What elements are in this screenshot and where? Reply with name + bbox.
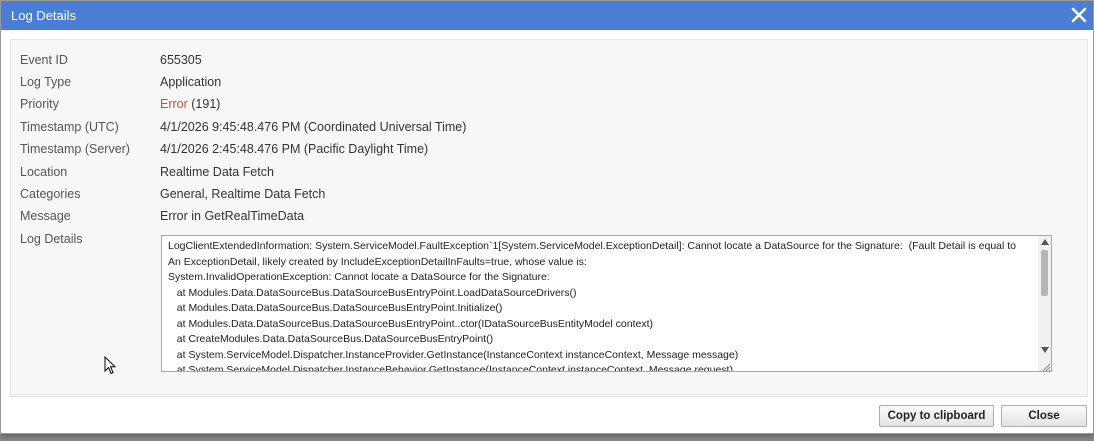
details-panel: Event ID 655305 Log Type Application Pri… xyxy=(10,39,1088,395)
field-value: General, Realtime Data Fetch xyxy=(160,187,326,201)
title-bar: Log Details xyxy=(1,1,1093,30)
priority-value: Error (191) xyxy=(160,97,220,111)
dialog-title: Log Details xyxy=(11,8,77,23)
copy-to-clipboard-button[interactable]: Copy to clipboard xyxy=(879,405,994,427)
field-label: Categories xyxy=(20,187,81,201)
field-label: Event ID xyxy=(20,53,68,67)
field-value: Error in GetRealTimeData xyxy=(160,209,305,223)
field-value: Application xyxy=(160,75,222,89)
field-label: Timestamp (Server) xyxy=(20,142,130,156)
priority-code-text: (191) xyxy=(187,97,221,111)
field-value: Realtime Data Fetch xyxy=(160,165,274,179)
priority-error-text: Error xyxy=(160,97,188,111)
scroll-down-arrow-icon[interactable] xyxy=(1041,347,1049,353)
field-value: 655305 xyxy=(160,53,202,67)
field-label: Priority xyxy=(20,97,59,111)
mouse-pointer-icon xyxy=(104,356,117,375)
field-label: Message xyxy=(20,209,71,223)
footer-divider xyxy=(10,396,1088,397)
field-label: Log Details xyxy=(20,232,83,246)
scrollbar-thumb[interactable] xyxy=(1041,250,1048,296)
field-label: Timestamp (UTC) xyxy=(20,120,119,134)
log-details-text[interactable]: LogClientExtendedInformation: System.Ser… xyxy=(168,239,1028,371)
scroll-up-arrow-icon[interactable] xyxy=(1041,239,1049,245)
log-details-textarea[interactable]: LogClientExtendedInformation: System.Ser… xyxy=(161,235,1052,372)
close-x-icon[interactable] xyxy=(1069,5,1089,25)
field-label: Log Type xyxy=(20,75,72,89)
close-button[interactable]: Close xyxy=(1001,405,1087,427)
log-details-dialog: Log Details Event ID 655305 Log Type App… xyxy=(0,0,1094,434)
resize-grip-icon[interactable] xyxy=(1039,359,1051,371)
field-label: Location xyxy=(20,165,68,179)
vertical-scrollbar[interactable] xyxy=(1038,236,1051,371)
field-value: 4/1/2026 9:45:48.476 PM (Coordinated Uni… xyxy=(160,120,467,134)
field-value: 4/1/2026 2:45:48.476 PM (Pacific Dayligh… xyxy=(160,142,429,156)
